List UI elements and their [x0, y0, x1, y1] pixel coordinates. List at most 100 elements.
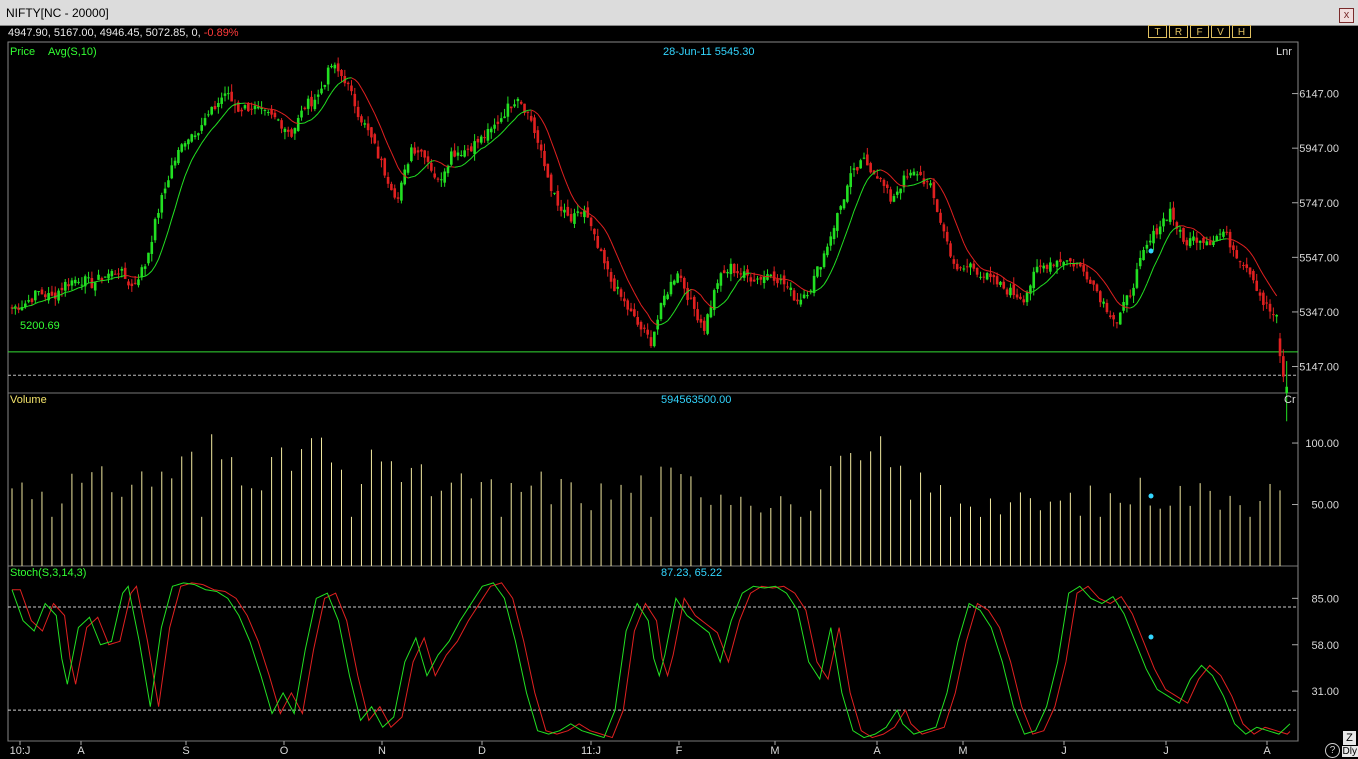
avg-line-segment: [301, 122, 305, 124]
candle-body: [619, 289, 623, 297]
candle-body: [716, 283, 719, 289]
candle-body: [433, 173, 436, 178]
candle-body: [573, 213, 576, 224]
candle-body: [1232, 245, 1235, 250]
candle-body: [553, 192, 556, 194]
candle-body: [243, 105, 247, 109]
candle-body: [210, 106, 213, 115]
candle-body: [113, 273, 117, 275]
candle-body: [643, 327, 646, 329]
candle-body: [995, 276, 999, 285]
candle-body: [1205, 241, 1209, 246]
candle-body: [320, 88, 323, 94]
candle-body: [380, 158, 383, 161]
candle-body: [43, 294, 47, 298]
candle-body: [290, 129, 293, 137]
candle-body: [549, 174, 553, 192]
candle-body: [1278, 338, 1282, 357]
candle-body: [636, 317, 639, 325]
candle-body: [563, 209, 566, 213]
candle-body: [483, 137, 486, 139]
candle-body: [157, 212, 160, 218]
candle-body: [1009, 287, 1012, 296]
candle-body: [426, 156, 430, 162]
candle-body: [110, 271, 114, 277]
candle-body: [769, 274, 773, 277]
candle-body: [296, 118, 300, 131]
candle-body: [802, 294, 806, 298]
candle-body: [1172, 207, 1175, 220]
candle-body: [659, 303, 663, 320]
candle-body: [360, 116, 363, 123]
scale-mode[interactable]: Lnr: [1276, 46, 1292, 58]
candle-body: [230, 91, 233, 102]
candle-body: [217, 102, 220, 108]
candle-body: [356, 106, 360, 118]
zoom-button[interactable]: Z: [1343, 731, 1356, 745]
candle-body: [1248, 267, 1252, 275]
candle-body: [1208, 241, 1212, 245]
avg-line-segment: [714, 307, 718, 309]
candle-body: [190, 134, 194, 142]
candle-body: [333, 64, 337, 69]
candle-body: [77, 281, 80, 283]
candle-body: [1262, 292, 1265, 305]
periodicity-daily[interactable]: Dly: [1341, 746, 1358, 757]
x-tick-label: A: [873, 745, 881, 757]
candle-body: [27, 300, 30, 302]
candle-body: [776, 279, 779, 284]
candle-body: [1052, 264, 1056, 266]
candle-body: [390, 183, 393, 191]
candle-body: [909, 172, 912, 176]
candle-body: [1272, 314, 1275, 316]
candle-body: [729, 263, 733, 275]
candle-body: [762, 276, 766, 284]
candle-body: [436, 178, 440, 180]
candle-body: [972, 263, 976, 269]
volume-label: Volume: [10, 394, 47, 406]
candle-body: [876, 176, 879, 179]
avg-line-segment: [877, 169, 881, 172]
candle-body: [276, 119, 280, 121]
avg-line-segment: [770, 276, 775, 278]
candle-body: [1198, 240, 1202, 243]
candle-body: [623, 298, 626, 302]
candle-body: [459, 155, 463, 157]
candle-body: [1282, 356, 1285, 377]
avg-line-segment: [1220, 238, 1224, 241]
crosshair-marker: [1148, 634, 1154, 640]
candle-body: [383, 158, 387, 176]
candle-body: [180, 144, 184, 152]
candle-body: [476, 138, 480, 143]
candle-body: [1065, 260, 1069, 262]
candle-body: [200, 125, 204, 131]
avg-line-segment: [457, 165, 462, 168]
candle-body: [546, 163, 550, 178]
candle-body: [892, 196, 896, 202]
candle-body: [915, 174, 919, 176]
candle-body: [1092, 280, 1095, 285]
chart-area[interactable]: 6147.00 5947.00 5747.00 5547.00 5347.00 5147.…: [0, 0, 1358, 759]
help-icon[interactable]: ?: [1325, 743, 1340, 758]
avg-line-segment: [754, 273, 758, 275]
candle-body: [919, 171, 922, 176]
candle-body: [499, 118, 503, 122]
volume-y-tick-label: 100.00: [1305, 438, 1339, 450]
candle-body: [1005, 289, 1009, 295]
candle-body: [722, 270, 726, 274]
candle-body: [50, 291, 54, 296]
candle-body: [240, 109, 243, 112]
candle-body: [473, 141, 476, 155]
price-y-tick-label: 5947.00: [1299, 143, 1339, 155]
candle-body: [686, 287, 689, 300]
candle-body: [526, 111, 530, 113]
candle-body: [599, 249, 603, 252]
candle-body: [949, 243, 952, 257]
candle-body: [566, 206, 570, 216]
candle-body: [866, 154, 869, 166]
candle-body: [593, 228, 596, 235]
candle-body: [899, 188, 902, 194]
price-y-tick-label: 5547.00: [1299, 252, 1339, 264]
candle-body: [316, 94, 320, 97]
candle-body: [626, 300, 630, 310]
